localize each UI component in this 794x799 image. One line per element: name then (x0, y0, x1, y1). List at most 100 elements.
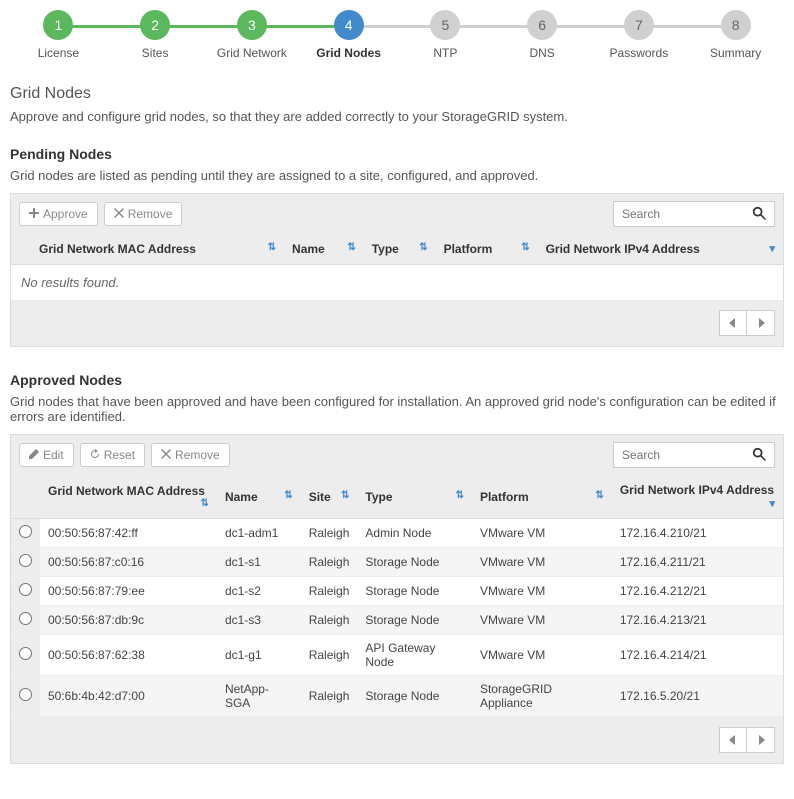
page-desc: Approve and configure grid nodes, so tha… (10, 109, 784, 124)
pending-col-name[interactable]: Name⇅ (284, 234, 364, 265)
sort-icon: ⇅ (347, 242, 355, 253)
cell-name: dc1-s3 (217, 606, 301, 635)
cell-mac: 00:50:56:87:42:ff (40, 519, 217, 548)
row-radio[interactable] (19, 688, 32, 701)
approved-search-wrap (613, 442, 775, 468)
approved-search-input[interactable] (614, 443, 744, 467)
step-summary[interactable]: 8Summary (687, 10, 784, 60)
cell-type: Admin Node (357, 519, 472, 548)
pager-next-button[interactable] (747, 310, 775, 336)
reset-label: Reset (104, 448, 135, 462)
row-radio[interactable] (19, 554, 32, 567)
pager-prev-button[interactable] (719, 310, 747, 336)
pending-pager (11, 300, 783, 346)
pager-prev-button[interactable] (719, 727, 747, 753)
step-sites[interactable]: 2Sites (107, 10, 204, 60)
table-row: 00:50:56:87:79:eedc1-s2RaleighStorage No… (11, 577, 783, 606)
table-row: 50:6b:4b:42:d7:00NetApp-SGARaleighStorag… (11, 676, 783, 717)
cell-name: dc1-adm1 (217, 519, 301, 548)
pending-col-platform[interactable]: Platform⇅ (436, 234, 538, 265)
sort-icon: ⇅ (201, 498, 209, 509)
row-radio-cell (11, 519, 40, 548)
search-icon[interactable] (744, 447, 774, 464)
cell-mac: 00:50:56:87:62:38 (40, 635, 217, 676)
approved-desc: Grid nodes that have been approved and h… (10, 394, 784, 424)
edit-button[interactable]: Edit (19, 443, 74, 467)
remove-approved-button[interactable]: Remove (151, 443, 230, 467)
cell-platform: VMware VM (472, 548, 612, 577)
step-circle: 4 (334, 10, 364, 40)
step-license[interactable]: 1License (10, 10, 107, 60)
cell-site: Raleigh (301, 635, 358, 676)
cell-ip: 172.16.4.213/21 (612, 606, 783, 635)
table-row: 00:50:56:87:db:9cdc1-s3RaleighStorage No… (11, 606, 783, 635)
pending-desc: Grid nodes are listed as pending until t… (10, 168, 784, 183)
step-label: Summary (710, 46, 761, 60)
cell-type: Storage Node (357, 548, 472, 577)
approved-col-platform[interactable]: Platform⇅ (472, 475, 612, 519)
reset-button[interactable]: Reset (80, 443, 145, 467)
approved-col-name[interactable]: Name⇅ (217, 475, 301, 519)
step-ntp[interactable]: 5NTP (397, 10, 494, 60)
step-grid-network[interactable]: 3Grid Network (204, 10, 301, 60)
approved-col-site[interactable]: Site⇅ (301, 475, 358, 519)
pending-col-mac[interactable]: Grid Network MAC Address⇅ (31, 234, 284, 265)
cell-name: dc1-g1 (217, 635, 301, 676)
step-label: Grid Nodes (316, 46, 381, 60)
sort-icon: ⇅ (419, 242, 427, 253)
cell-site: Raleigh (301, 548, 358, 577)
row-radio[interactable] (19, 583, 32, 596)
pending-col-ip[interactable]: Grid Network IPv4 Address▾ (538, 234, 783, 265)
step-grid-nodes[interactable]: 4 Grid Nodes (300, 10, 397, 60)
cell-platform: VMware VM (472, 635, 612, 676)
cell-ip: 172.16.4.214/21 (612, 635, 783, 676)
edit-label: Edit (43, 448, 64, 462)
pending-title: Pending Nodes (10, 146, 784, 162)
remove-pending-label: Remove (128, 207, 173, 221)
approved-col-ip[interactable]: Grid Network IPv4 Address▾ (612, 475, 783, 519)
step-circle: 3 (237, 10, 267, 40)
cell-name: dc1-s1 (217, 548, 301, 577)
step-label: Passwords (610, 46, 669, 60)
approved-title: Approved Nodes (10, 372, 784, 388)
remove-pending-button[interactable]: Remove (104, 202, 183, 226)
cell-ip: 172.16.4.210/21 (612, 519, 783, 548)
cell-type: Storage Node (357, 606, 472, 635)
sort-icon: ⇅ (521, 242, 529, 253)
chevron-down-icon: ▾ (769, 242, 775, 255)
sort-icon: ⇅ (341, 490, 349, 501)
row-radio-cell (11, 577, 40, 606)
pending-toolbar: Approve Remove (11, 194, 783, 234)
pending-search-input[interactable] (614, 202, 744, 226)
pending-col-type[interactable]: Type⇅ (364, 234, 436, 265)
approved-table: Grid Network MAC Address⇅ Name⇅ Site⇅ Ty… (11, 475, 783, 717)
cell-site: Raleigh (301, 676, 358, 717)
row-radio[interactable] (19, 525, 32, 538)
approved-col-mac[interactable]: Grid Network MAC Address⇅ (40, 475, 217, 519)
search-icon[interactable] (744, 206, 774, 223)
approved-col-type[interactable]: Type⇅ (357, 475, 472, 519)
cell-ip: 172.16.5.20/21 (612, 676, 783, 717)
approved-toolbar: Edit Reset Remove (11, 435, 783, 475)
approve-label: Approve (43, 207, 88, 221)
step-dns[interactable]: 6DNS (494, 10, 591, 60)
sort-icon: ⇅ (268, 242, 276, 253)
row-radio-cell (11, 635, 40, 676)
cell-name: NetApp-SGA (217, 676, 301, 717)
approved-panel: Edit Reset Remove Grid Network MAC Addre… (10, 434, 784, 764)
step-passwords[interactable]: 7Passwords (591, 10, 688, 60)
pager-next-button[interactable] (747, 727, 775, 753)
cell-site: Raleigh (301, 606, 358, 635)
approved-pager (11, 717, 783, 763)
pencil-icon (29, 448, 39, 462)
row-radio[interactable] (19, 612, 32, 625)
row-radio-cell (11, 676, 40, 717)
table-row: 00:50:56:87:62:38dc1-g1RaleighAPI Gatewa… (11, 635, 783, 676)
approve-button[interactable]: Approve (19, 202, 98, 226)
cell-ip: 172.16.4.212/21 (612, 577, 783, 606)
cell-site: Raleigh (301, 577, 358, 606)
refresh-icon (90, 448, 100, 462)
pending-no-results: No results found. (11, 265, 783, 300)
row-radio[interactable] (19, 647, 32, 660)
cell-type: Storage Node (357, 577, 472, 606)
